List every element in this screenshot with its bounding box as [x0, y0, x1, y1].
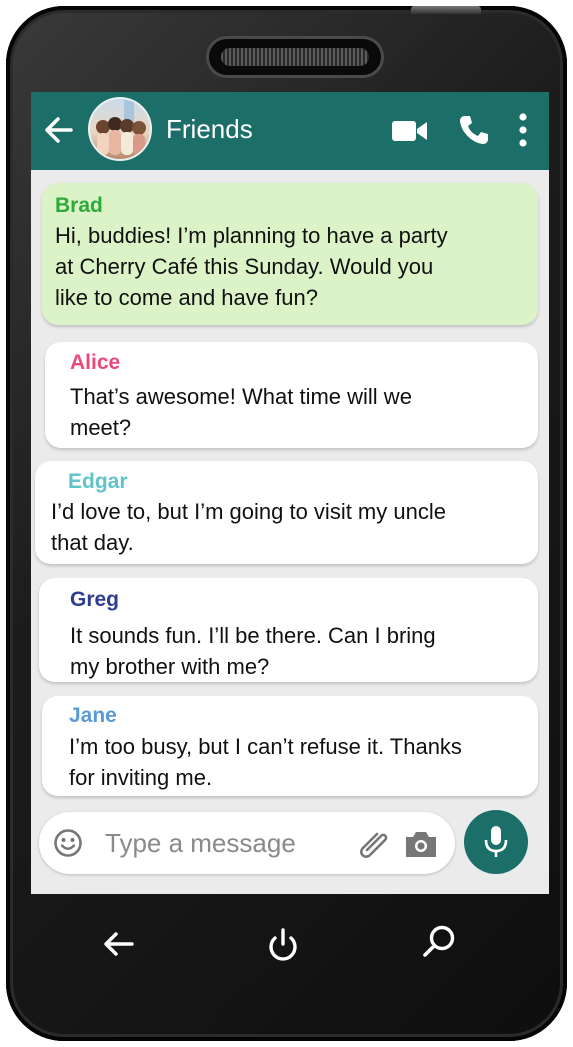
- sender-name: Brad: [55, 194, 103, 217]
- chat-screen: Friends Brad Hi, buddies! I’m planning t…: [31, 92, 549, 894]
- message-text: Hi, buddies! I’m planning to have a part…: [55, 220, 448, 313]
- message-line: for inviting me.: [69, 765, 213, 790]
- chat-header: Friends: [31, 92, 549, 170]
- sender-name: Alice: [70, 351, 121, 374]
- message-line: I’d love to, but I’m going to visit my u…: [51, 499, 446, 524]
- message-line: at Cherry Café this Sunday. Would you: [55, 254, 434, 279]
- message-text: I’m too busy, but I can’t refuse it. Tha…: [69, 731, 462, 793]
- message-text: I’d love to, but I’m going to visit my u…: [51, 496, 446, 558]
- side-button: [411, 6, 481, 14]
- group-photo-icon: [96, 99, 146, 155]
- message-bubble[interactable]: Alice That’s awesome! What time will we …: [45, 342, 538, 448]
- message-line: like to come and have fun?: [55, 285, 318, 310]
- message-line: It sounds fun. I’ll be there. Can I brin…: [70, 623, 436, 648]
- message-line: That’s awesome! What time will we: [70, 384, 412, 409]
- message-bubble[interactable]: Edgar I’d love to, but I’m going to visi…: [35, 461, 538, 564]
- sender-name: Edgar: [68, 470, 128, 493]
- arrow-left-icon[interactable]: [41, 112, 77, 148]
- phone-icon[interactable]: [456, 112, 492, 148]
- message-composer: Type a message: [39, 812, 455, 874]
- message-line: I’m too busy, but I can’t refuse it. Tha…: [69, 734, 462, 759]
- microphone-button[interactable]: [464, 810, 528, 874]
- camera-icon[interactable]: [403, 829, 439, 859]
- sender-name: Jane: [69, 704, 117, 727]
- message-text: It sounds fun. I’ll be there. Can I brin…: [70, 620, 436, 682]
- message-bubble[interactable]: Brad Hi, buddies! I’m planning to have a…: [42, 183, 538, 325]
- group-avatar[interactable]: [88, 97, 152, 161]
- message-text: That’s awesome! What time will we meet?: [70, 381, 412, 443]
- message-line: that day.: [51, 530, 134, 555]
- message-line: Hi, buddies! I’m planning to have a part…: [55, 223, 448, 248]
- paperclip-icon[interactable]: [357, 826, 391, 860]
- message-input[interactable]: Type a message: [105, 828, 296, 859]
- arrow-left-icon[interactable]: [100, 926, 136, 962]
- power-icon[interactable]: [265, 924, 301, 964]
- message-line: my brother with me?: [70, 654, 270, 679]
- chat-title[interactable]: Friends: [166, 114, 253, 145]
- emoji-icon[interactable]: [53, 828, 83, 858]
- earpiece-speaker: [206, 36, 384, 78]
- sender-name: Greg: [70, 588, 120, 611]
- more-vertical-icon[interactable]: [515, 112, 531, 148]
- microphone-icon: [484, 826, 508, 857]
- message-bubble[interactable]: Jane I’m too busy, but I can’t refuse it…: [42, 696, 538, 796]
- message-bubble[interactable]: Greg It sounds fun. I’ll be there. Can I…: [39, 578, 538, 682]
- speaker-grill: [221, 48, 369, 66]
- search-icon[interactable]: [420, 922, 460, 962]
- video-camera-icon[interactable]: [391, 118, 429, 144]
- message-line: meet?: [70, 415, 132, 440]
